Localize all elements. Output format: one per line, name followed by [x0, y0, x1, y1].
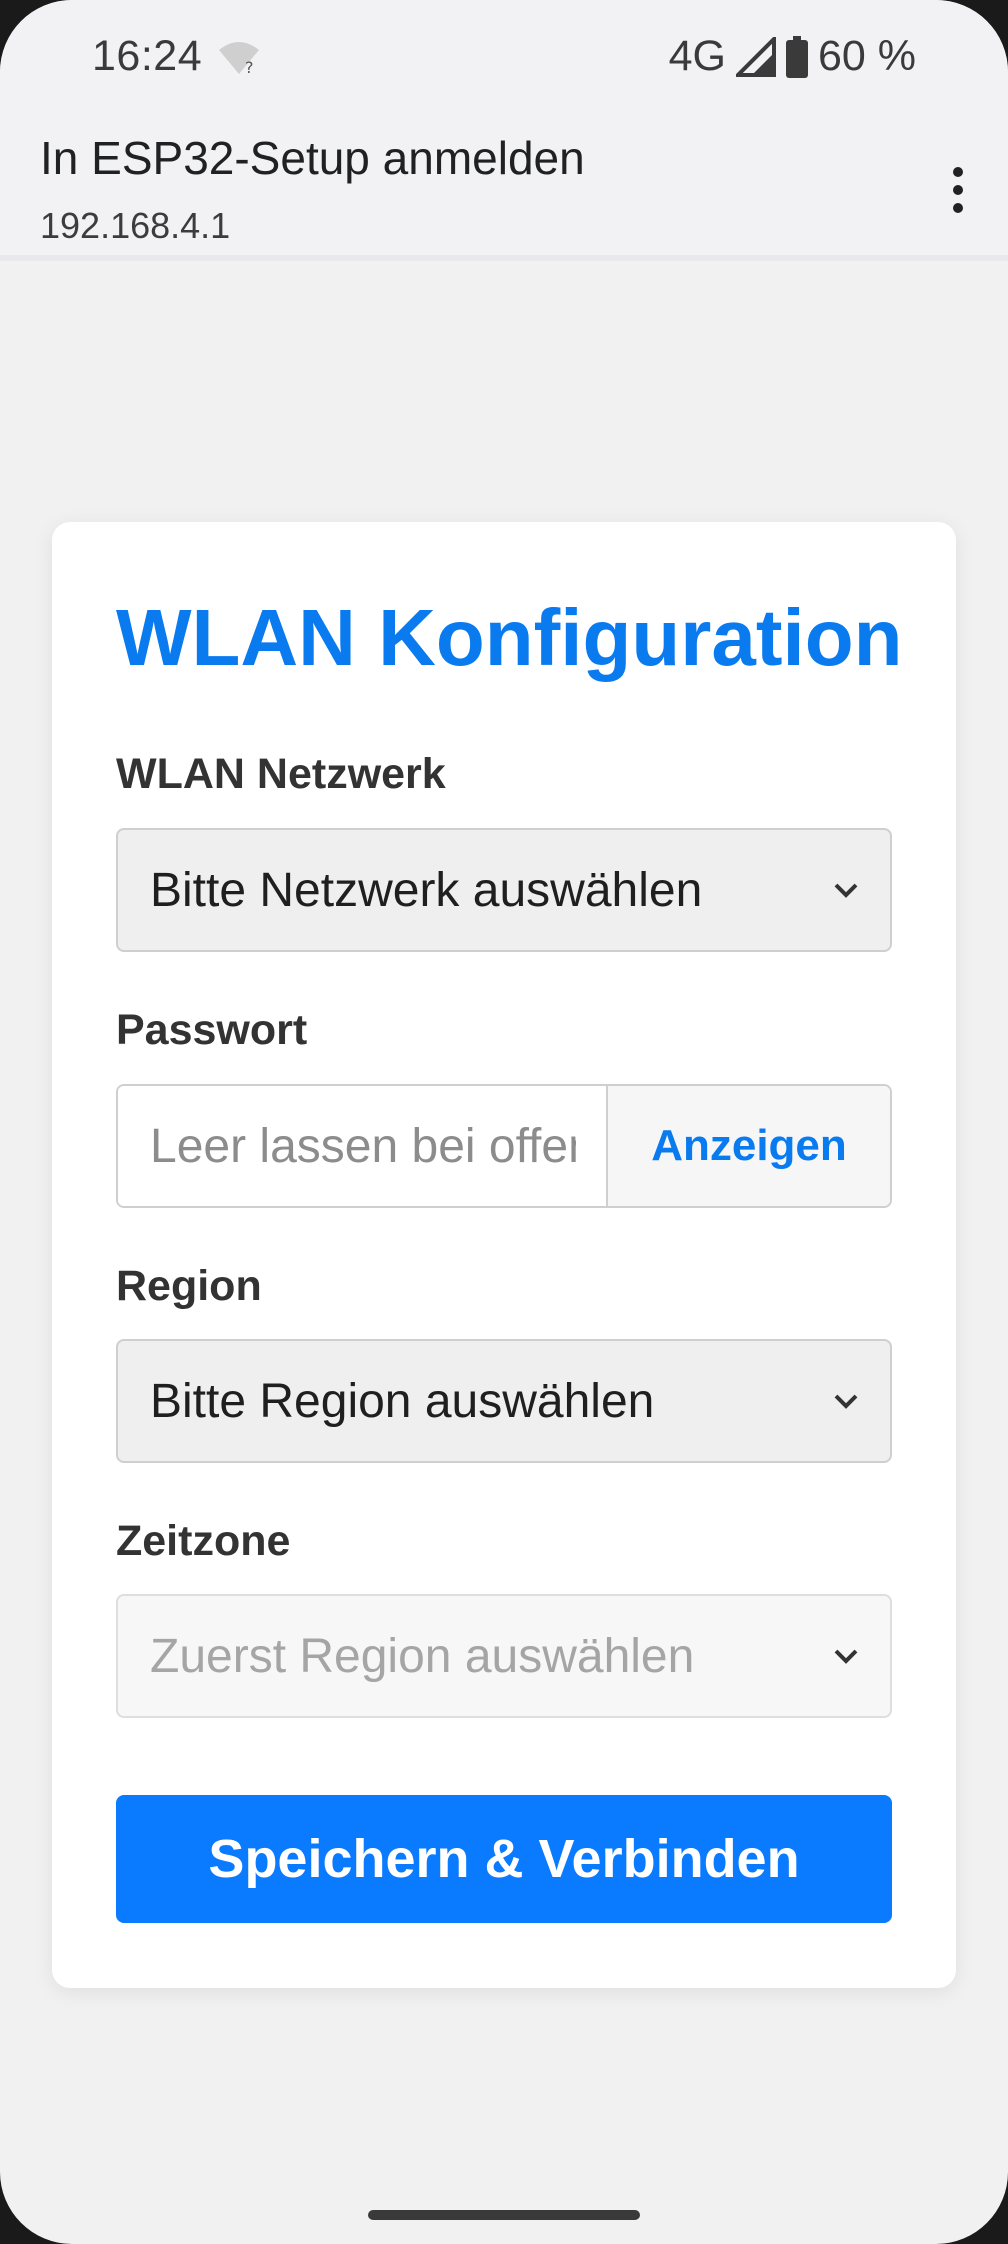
- battery-level: 60 %: [817, 32, 916, 80]
- more-vert-icon[interactable]: [938, 155, 978, 225]
- timezone-select-value: Zuerst Region auswählen: [150, 1629, 695, 1683]
- status-time: 16:24: [92, 32, 203, 80]
- phone-screen: 16:24 ? 4G 60 % In ESP32-Setup anmelden …: [0, 0, 1008, 2244]
- config-card: WLAN Konfiguration WLAN Netzwerk Bitte N…: [52, 522, 956, 1988]
- wifi-question-icon: ?: [219, 42, 259, 76]
- signal-icon: [735, 36, 776, 77]
- home-indicator[interactable]: [368, 2210, 640, 2220]
- chevron-down-icon: [834, 1394, 858, 1409]
- network-select-value: Bitte Netzwerk auswählen: [150, 863, 703, 917]
- network-type: 4G: [668, 32, 726, 80]
- svg-text:?: ?: [245, 58, 254, 76]
- network-label: WLAN Netzwerk: [116, 750, 446, 798]
- show-password-button[interactable]: Anzeigen: [606, 1086, 890, 1206]
- save-connect-button[interactable]: Speichern & Verbinden: [116, 1795, 892, 1923]
- password-label: Passwort: [116, 1006, 308, 1054]
- region-select[interactable]: Bitte Region auswählen: [116, 1339, 892, 1463]
- app-header: In ESP32-Setup anmelden 192.168.4.1: [0, 115, 1008, 261]
- network-select[interactable]: Bitte Netzwerk auswählen: [116, 828, 892, 952]
- password-row: Anzeigen: [116, 1084, 892, 1208]
- page-title: In ESP32-Setup anmelden: [40, 132, 585, 184]
- status-bar: 16:24 ? 4G 60 %: [0, 0, 1008, 115]
- form-title: WLAN Konfiguration: [116, 593, 903, 682]
- battery-icon: [785, 35, 808, 78]
- page-url: 192.168.4.1: [40, 205, 231, 246]
- status-right-group: 4G 60 %: [669, 32, 916, 81]
- region-label: Region: [116, 1262, 262, 1310]
- password-input[interactable]: [118, 1086, 606, 1206]
- timezone-select[interactable]: Zuerst Region auswählen: [116, 1594, 892, 1718]
- region-select-value: Bitte Region auswählen: [150, 1374, 655, 1428]
- chevron-down-icon: [834, 883, 858, 898]
- timezone-label: Zeitzone: [116, 1517, 291, 1565]
- chevron-down-icon: [834, 1649, 858, 1664]
